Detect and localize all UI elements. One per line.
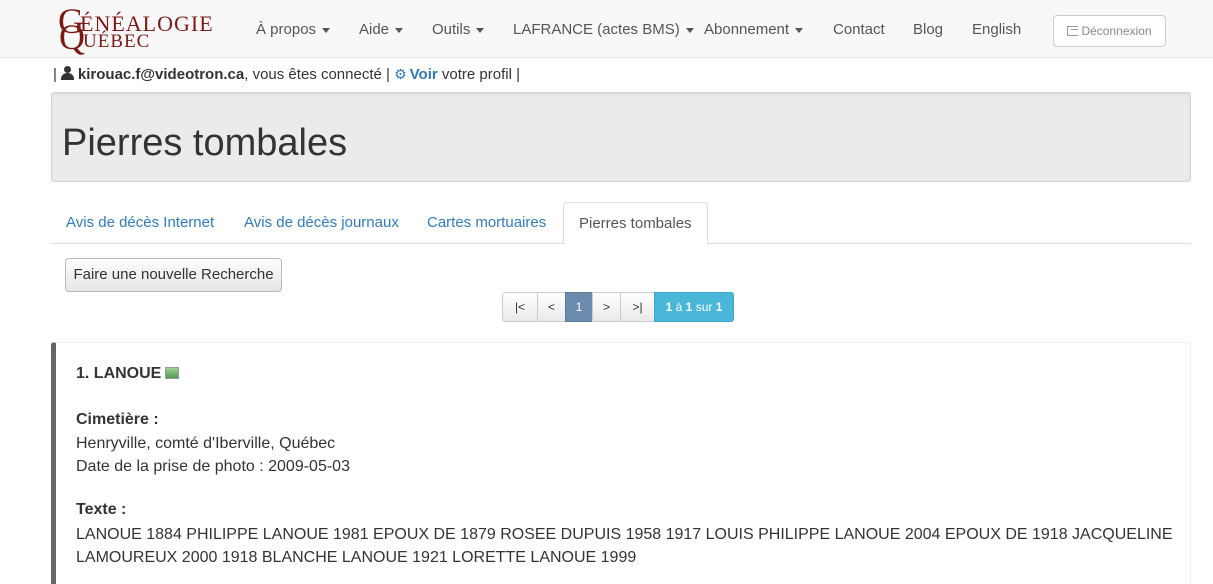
- nav-english[interactable]: English: [972, 0, 1021, 58]
- tab-avis-deces-internet[interactable]: Avis de décès Internet: [51, 202, 229, 244]
- result-title: 1. LANOUE: [76, 365, 180, 383]
- count-a: à: [675, 300, 683, 314]
- photo-icon[interactable]: [165, 367, 180, 379]
- tab-avis-deces-journaux[interactable]: Avis de décès journaux: [229, 202, 414, 244]
- view-profile-link[interactable]: Voir: [410, 66, 438, 83]
- gear-icon: ⚙: [394, 66, 407, 82]
- profile-text: votre profil: [441, 66, 512, 83]
- separator: |: [386, 66, 390, 83]
- caret-down-icon: [395, 27, 404, 33]
- separator: |: [53, 66, 57, 83]
- prev-page-button[interactable]: <: [537, 292, 566, 322]
- tab-bar: Avis de décès Internet Avis de décès jou…: [51, 202, 1191, 245]
- logout-label: Déconnexion: [1081, 24, 1152, 38]
- nav-abonnement[interactable]: Abonnement: [704, 0, 804, 58]
- caret-down-icon: [795, 27, 804, 33]
- tab-cartes-mortuaires[interactable]: Cartes mortuaires: [412, 202, 561, 244]
- last-page-button[interactable]: >|: [620, 292, 655, 322]
- photo-date: Date de la prise de photo : 2009-05-03: [76, 458, 350, 475]
- inscription-text: LANOUE 1884 PHILIPPE LANOUE 1981 EPOUX D…: [76, 526, 1173, 566]
- result-title-text: 1. LANOUE: [76, 365, 162, 382]
- user-email: kirouac.f@videotron.ca: [77, 66, 245, 83]
- count-from: 1: [665, 300, 673, 314]
- logout-icon: [1067, 26, 1079, 36]
- genealogie-quebec-logo[interactable]: G ÉNÉALOGIE Q UÉBEC: [58, 3, 228, 57]
- caret-down-icon: [322, 27, 331, 33]
- nav-apropos-label: À propos: [256, 21, 317, 38]
- nav-abonnement-label: Abonnement: [704, 21, 790, 38]
- top-navbar: G ÉNÉALOGIE Q UÉBEC À propos Aide Outils…: [0, 0, 1213, 58]
- caret-down-icon: [476, 27, 485, 33]
- result-panel: 1. LANOUE Cimetière : Henryville, comté …: [51, 342, 1191, 584]
- logo-letter-q: Q: [59, 17, 85, 57]
- caret-down-icon: [685, 27, 694, 33]
- current-page[interactable]: 1: [565, 292, 593, 322]
- user-status-line: | kirouac.f@videotron.ca, vous êtes conne…: [53, 66, 520, 83]
- user-icon: [60, 66, 74, 80]
- new-search-button[interactable]: Faire une nouvelle Recherche: [65, 258, 282, 292]
- pagination: |< < 1 > >| 1 à 1 sur 1: [502, 292, 734, 322]
- nav-lafrance[interactable]: LAFRANCE (actes BMS): [513, 0, 694, 58]
- result-count: 1 à 1 sur 1: [654, 292, 734, 322]
- cemetery-label: Cimetière :: [76, 411, 159, 428]
- nav-contact[interactable]: Contact: [833, 0, 885, 58]
- logout-button[interactable]: Déconnexion: [1053, 15, 1166, 47]
- text-label: Texte :: [76, 501, 127, 518]
- logo-text-quebec: UÉBEC: [83, 31, 151, 52]
- first-page-button[interactable]: |<: [502, 292, 538, 322]
- cemetery-value: Henryville, comté d'Iberville, Québec: [76, 435, 336, 452]
- count-to: 1: [685, 300, 693, 314]
- connected-text: , vous êtes connecté: [244, 66, 382, 83]
- nav-blog[interactable]: Blog: [913, 0, 943, 58]
- nav-lafrance-label: LAFRANCE (actes BMS): [513, 21, 680, 38]
- nav-aide[interactable]: Aide: [359, 0, 404, 58]
- tab-pierres-tombales[interactable]: Pierres tombales: [563, 202, 708, 245]
- separator: |: [516, 66, 520, 83]
- nav-outils[interactable]: Outils: [432, 0, 485, 58]
- nav-apropos[interactable]: À propos: [256, 0, 331, 58]
- count-sur: sur: [695, 300, 713, 314]
- nav-aide-label: Aide: [359, 21, 390, 38]
- count-total: 1: [715, 300, 723, 314]
- page-title: Pierres tombales: [62, 122, 348, 164]
- nav-outils-label: Outils: [432, 21, 471, 38]
- page-header: Pierres tombales: [51, 92, 1191, 182]
- next-page-button[interactable]: >: [592, 292, 621, 322]
